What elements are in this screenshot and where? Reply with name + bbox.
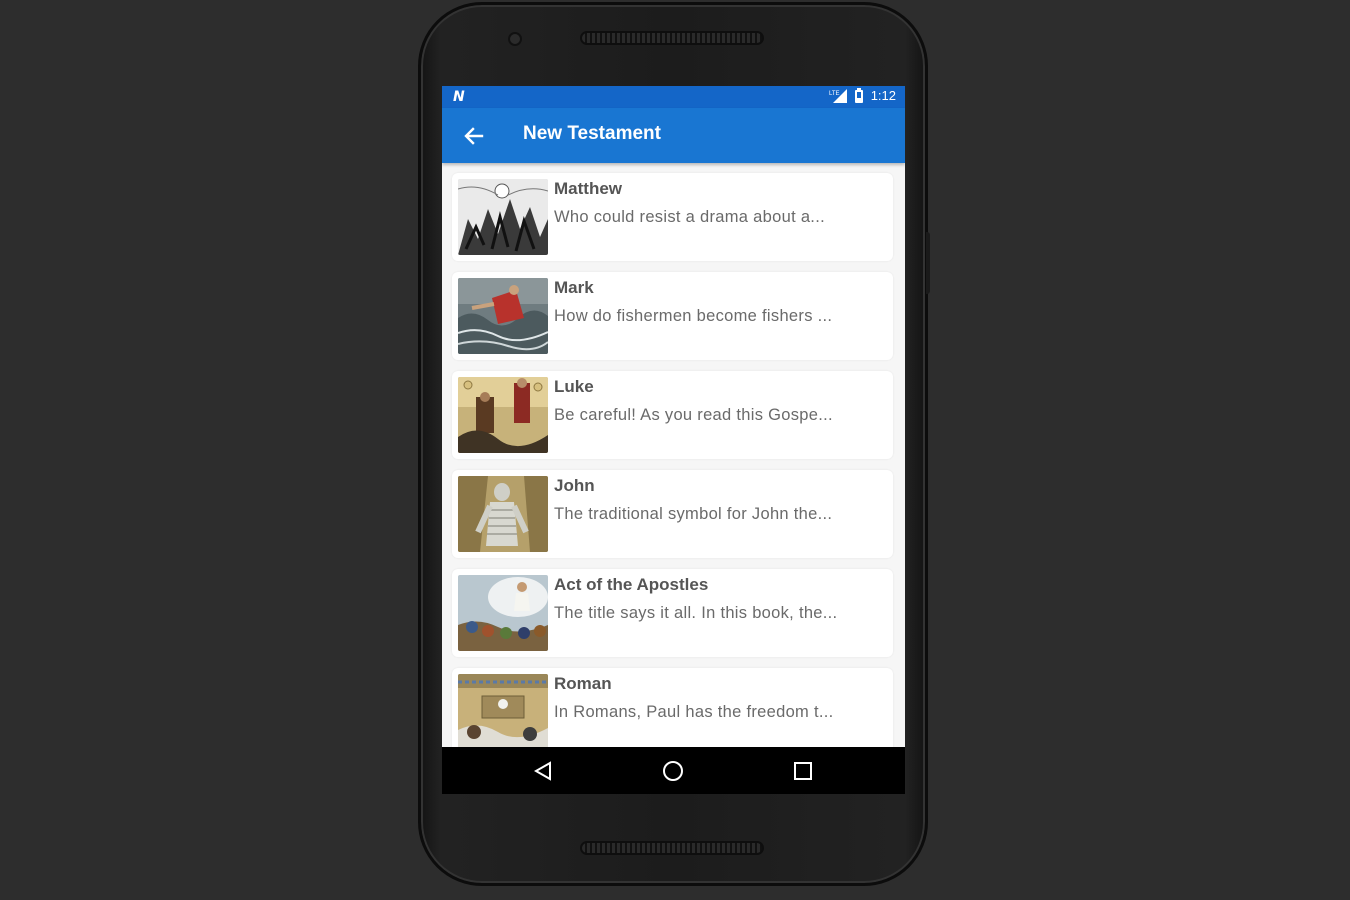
status-time: 1:12 (870, 88, 896, 103)
square-recents-icon[interactable] (791, 759, 815, 783)
list-item[interactable]: Act of the Apostles The title says it al… (452, 569, 893, 657)
power-button (926, 232, 930, 294)
book-description: The traditional symbol for John the... (554, 505, 833, 523)
book-description: The title says it all. In this book, the… (554, 604, 838, 622)
thumbnail-image (458, 278, 548, 354)
book-title: Luke (554, 377, 594, 396)
list-item[interactable]: Roman In Romans, Paul has the freedom t.… (452, 668, 893, 747)
book-title: Act of the Apostles (554, 575, 709, 594)
lte-signal-icon: LTE (829, 88, 847, 103)
phone-screen: N LTE 1:12 New Testament Matthew Who cou… (442, 86, 905, 794)
circle-home-icon[interactable] (661, 759, 685, 783)
list-item[interactable]: John The traditional symbol for John the… (452, 470, 893, 558)
book-description: Be careful! As you read this Gospe... (554, 406, 833, 424)
page-title: New Testament (523, 123, 661, 144)
arrow-left-icon[interactable] (460, 122, 488, 150)
navigation-bar (442, 747, 905, 794)
status-icons: LTE 1:12 (829, 88, 896, 103)
thumbnail-image (458, 674, 548, 747)
book-title: John (554, 476, 595, 495)
thumbnail-image (458, 575, 548, 651)
status-bar: N LTE 1:12 (442, 86, 905, 108)
stage: N LTE 1:12 New Testament Matthew Who cou… (0, 0, 1350, 900)
app-bar: New Testament (442, 108, 905, 163)
n-icon: N (453, 89, 465, 105)
book-title: Mark (554, 278, 594, 297)
thumbnail-image (458, 377, 548, 453)
battery-icon (854, 88, 863, 103)
thumbnail-image (458, 476, 548, 552)
thumbnail-image (458, 179, 548, 255)
book-title: Roman (554, 674, 612, 693)
book-list: Matthew Who could resist a drama about a… (442, 163, 905, 747)
triangle-back-icon[interactable] (531, 759, 555, 783)
book-description: How do fishermen become fishers ... (554, 307, 833, 325)
bottom-speaker (580, 841, 764, 855)
top-speaker (580, 31, 764, 45)
front-camera (508, 32, 522, 46)
book-title: Matthew (554, 179, 622, 198)
list-item[interactable]: Matthew Who could resist a drama about a… (452, 173, 893, 261)
svg-text:LTE: LTE (829, 91, 840, 97)
list-item[interactable]: Luke Be careful! As you read this Gospe.… (452, 371, 893, 459)
book-description: Who could resist a drama about a... (554, 208, 825, 226)
list-item[interactable]: Mark How do fishermen become fishers ... (452, 272, 893, 360)
book-description: In Romans, Paul has the freedom t... (554, 703, 834, 721)
